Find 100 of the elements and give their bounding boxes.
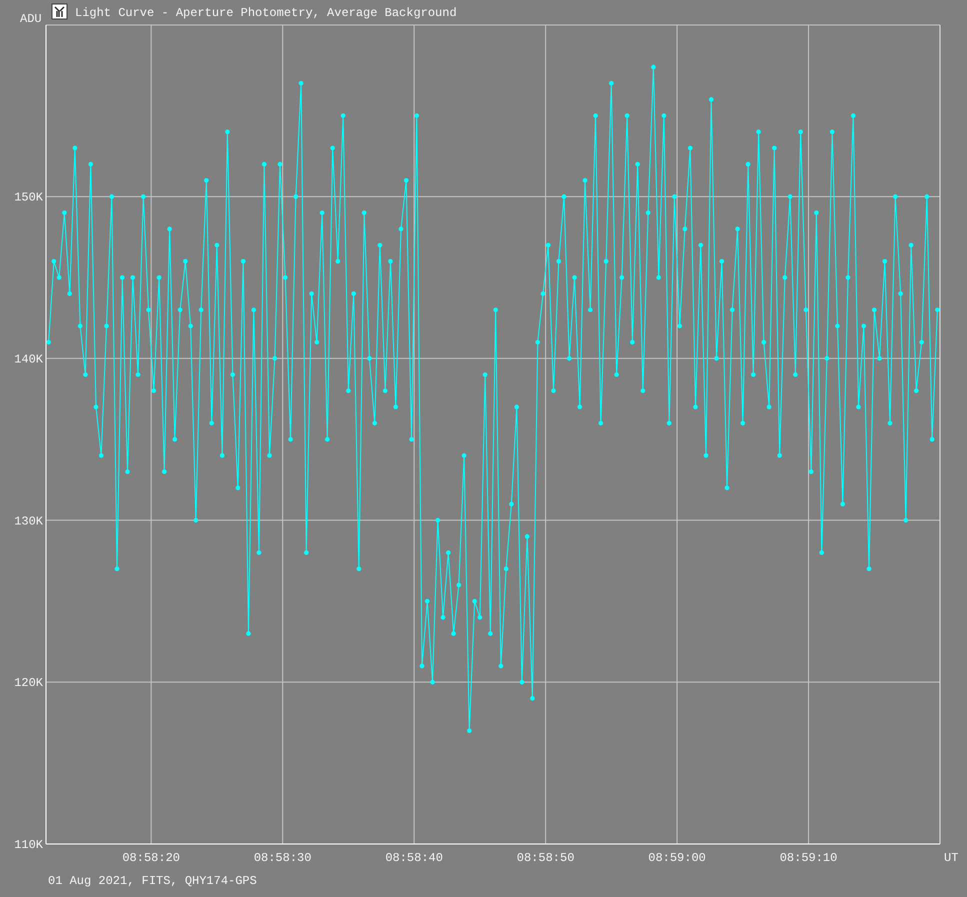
data-point	[236, 486, 240, 490]
data-point	[540, 291, 546, 296]
data-point	[846, 275, 850, 280]
data-point	[462, 453, 466, 458]
axis-label: ADU	[20, 12, 42, 26]
data-point	[646, 210, 650, 216]
data-point	[693, 404, 698, 410]
data-point	[288, 437, 293, 442]
data-point	[882, 259, 888, 264]
data-point	[136, 372, 140, 377]
data-point	[414, 113, 420, 118]
data-point	[488, 631, 493, 636]
data-point	[420, 664, 424, 668]
data-point	[640, 388, 646, 394]
footer-text: 01 Aug 2021, FITS, QHY174-GPS	[48, 874, 257, 888]
data-point	[456, 582, 462, 588]
data-point	[919, 340, 924, 345]
data-point	[530, 696, 535, 701]
data-point	[272, 356, 278, 361]
data-point	[204, 178, 209, 183]
data-point	[304, 550, 309, 555]
data-point	[740, 420, 746, 426]
data-point	[651, 64, 656, 70]
data-point	[588, 308, 593, 312]
data-point	[146, 308, 151, 312]
data-point	[566, 356, 572, 361]
data-point	[198, 308, 204, 312]
data-point	[509, 502, 514, 506]
data-point	[178, 308, 182, 312]
data-point	[88, 162, 93, 166]
data-point	[393, 404, 398, 410]
data-point	[62, 210, 67, 216]
data-point	[598, 420, 604, 426]
axis-tick-label: 120K	[14, 676, 43, 690]
data-point	[256, 550, 262, 555]
data-point	[67, 291, 72, 296]
data-point	[498, 664, 504, 668]
data-point	[388, 259, 393, 264]
data-point	[688, 146, 692, 150]
data-point	[698, 242, 704, 248]
data-point	[478, 615, 482, 620]
data-point	[162, 469, 167, 474]
data-point	[877, 356, 882, 361]
data-point	[872, 308, 877, 312]
data-point	[209, 420, 214, 426]
data-point	[152, 388, 156, 394]
data-point	[330, 146, 335, 150]
axis-tick-label: 150K	[14, 190, 43, 205]
data-point	[188, 324, 193, 328]
data-point	[582, 178, 588, 183]
data-point	[320, 210, 324, 216]
data-point	[677, 324, 682, 328]
axis-tick-label: 110K	[14, 838, 43, 852]
data-point	[719, 259, 724, 264]
axis-tick-label: 08:58:20	[122, 851, 180, 865]
data-point	[756, 130, 761, 134]
data-point	[904, 518, 908, 523]
data-point	[562, 194, 566, 199]
data-point	[183, 259, 188, 264]
data-point	[551, 388, 556, 394]
data-point	[804, 308, 808, 312]
data-point	[577, 404, 582, 410]
data-point	[656, 275, 661, 280]
data-point	[472, 598, 477, 604]
data-point	[782, 275, 788, 280]
data-point	[682, 226, 688, 232]
window-title: Light Curve - Aperture Photometry, Average Background	[75, 6, 457, 20]
data-point	[440, 615, 446, 620]
data-point	[424, 598, 430, 604]
axis-tick-label: 130K	[14, 514, 43, 528]
data-point	[777, 453, 782, 458]
data-point	[630, 340, 635, 345]
data-point	[309, 291, 314, 296]
data-point	[546, 242, 551, 248]
data-point	[730, 308, 735, 312]
data-point	[230, 372, 235, 377]
data-point	[604, 259, 608, 264]
data-point	[856, 404, 861, 410]
data-point	[556, 259, 562, 264]
data-point	[325, 437, 330, 442]
data-point	[746, 162, 750, 166]
data-point	[451, 631, 456, 636]
data-point	[362, 210, 366, 216]
data-point	[493, 308, 498, 312]
data-point	[56, 275, 62, 280]
data-point	[898, 291, 903, 296]
axis-tick-label: 08:58:40	[385, 851, 443, 865]
data-point	[78, 324, 82, 328]
axis-tick-label: 140K	[14, 352, 43, 366]
data-point	[798, 130, 803, 134]
data-point	[714, 356, 719, 361]
data-point	[635, 162, 640, 166]
data-point	[220, 453, 224, 458]
data-point	[908, 242, 914, 248]
data-point	[850, 113, 856, 118]
data-point	[336, 259, 340, 264]
data-point	[246, 631, 251, 636]
data-point	[404, 178, 409, 183]
data-point	[378, 242, 382, 248]
data-point	[666, 420, 672, 426]
